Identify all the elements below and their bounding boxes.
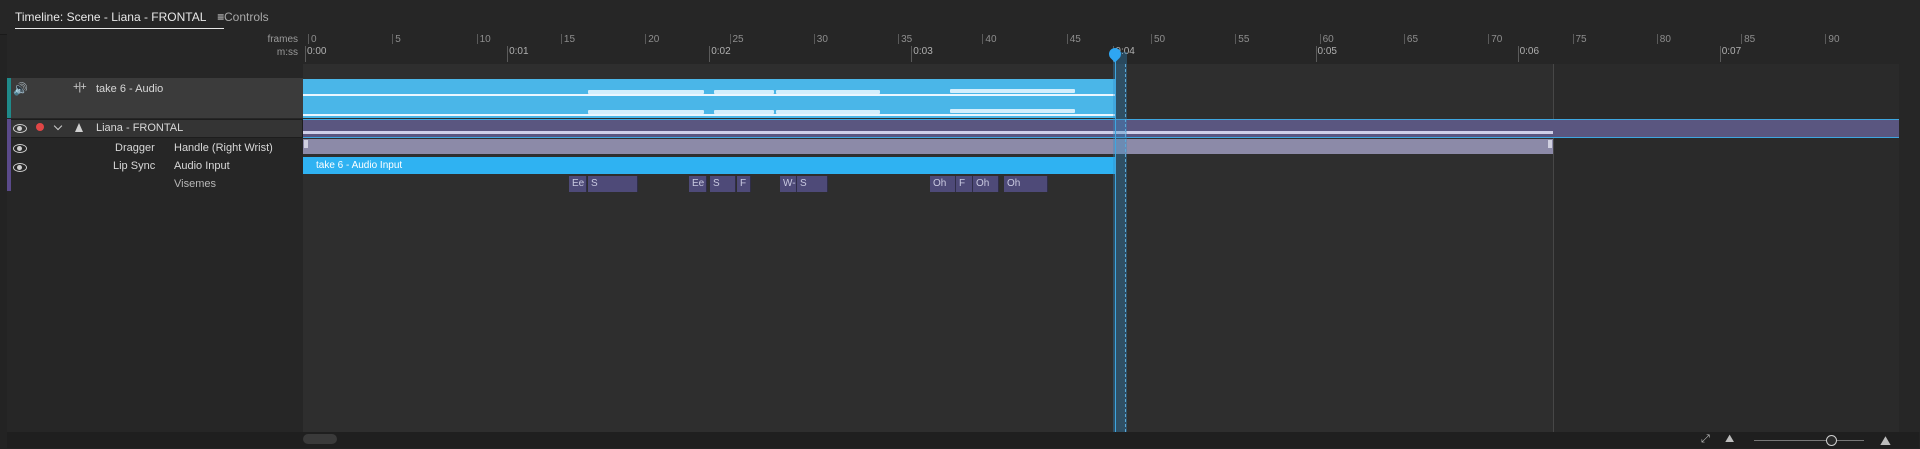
ruler-time-tick-label: 0:01 xyxy=(509,46,529,57)
playhead-out-line xyxy=(1125,64,1126,432)
waveform-burst xyxy=(714,90,774,94)
horizontal-scrollbar-thumb[interactable] xyxy=(303,434,337,444)
puppet-track-accent xyxy=(7,119,11,191)
ruler-frame-tick-label: 70 xyxy=(1491,34,1503,45)
viseme-block[interactable]: Oh xyxy=(1004,176,1048,192)
tab-timeline-label: Timeline: Scene - Liana - FRONTAL xyxy=(15,10,206,24)
ruler-frame-tick-label: 90 xyxy=(1828,34,1840,45)
puppet-track-label: Liana - FRONTAL xyxy=(96,122,184,134)
ruler-frame-tick-label: 75 xyxy=(1575,34,1587,45)
ruler-frame-tick-label: 0 xyxy=(311,34,317,45)
record-icon[interactable] xyxy=(36,123,44,131)
timeline-footer xyxy=(7,432,1919,448)
ruler-frame-tick-label: 15 xyxy=(563,34,576,45)
keyframe-arrows-icon[interactable]: +|+ xyxy=(73,81,87,93)
ruler-frame-tick-label: 60 xyxy=(1322,34,1334,45)
lipsync-take-bar[interactable] xyxy=(303,157,1115,174)
waveform-burst xyxy=(776,110,880,114)
viseme-block[interactable]: Oh xyxy=(973,176,999,192)
ruler-frame-tick-label: 55 xyxy=(1238,34,1250,45)
ruler-frame-tick-label: 45 xyxy=(1069,34,1081,45)
viseme-block[interactable]: Oh xyxy=(930,176,956,192)
zoom-slider-knob[interactable] xyxy=(1826,435,1837,446)
waveform-burst xyxy=(950,89,1075,93)
lipsync-param-label: Audio Input xyxy=(174,160,230,172)
zoom-slider-track[interactable] xyxy=(1754,440,1864,441)
eye-icon[interactable] xyxy=(13,163,27,172)
audio-waveform-2 xyxy=(303,114,1115,116)
playhead-line[interactable] xyxy=(1115,52,1116,432)
ruler-frame-tick-label: 25 xyxy=(732,34,744,45)
ruler-frame-tick-label: 20 xyxy=(648,34,660,45)
zoom-fit-icon[interactable]: ⤢ xyxy=(1701,433,1710,446)
eye-icon[interactable] xyxy=(13,124,27,133)
panel-tab-bar xyxy=(0,0,1920,35)
ruler-time-tick-label: 0:07 xyxy=(1721,46,1742,57)
tab-timeline[interactable]: Timeline: Scene - Liana - FRONTAL ≡ xyxy=(15,8,225,29)
puppet-clip-line xyxy=(303,131,1553,134)
zoom-in-icon[interactable]: ⛰ xyxy=(1880,433,1891,449)
viseme-block[interactable]: S xyxy=(797,176,828,192)
audio-track-accent xyxy=(7,78,11,118)
audio-track-label: take 6 - Audio xyxy=(96,83,164,95)
viseme-block[interactable]: S xyxy=(588,176,638,192)
ruler-frame-tick-label: 35 xyxy=(901,34,913,45)
ruler-frame-tick-label: 30 xyxy=(816,34,828,45)
ruler-time-tick-label: 0:06 xyxy=(1519,46,1540,57)
viseme-block[interactable]: Ee xyxy=(689,176,707,192)
waveform-burst xyxy=(588,90,704,94)
eye-icon[interactable] xyxy=(13,144,27,153)
viseme-block[interactable]: F xyxy=(737,176,751,192)
waveform-burst xyxy=(588,110,704,114)
dragger-behavior-label: Dragger xyxy=(115,142,155,154)
audio-waveform-1 xyxy=(303,94,1115,96)
visemes-label: Visemes xyxy=(174,178,216,190)
viseme-block[interactable]: Ee xyxy=(569,176,587,192)
ruler-frames-label: frames xyxy=(267,34,298,45)
ruler-time-tick-label: 0:05 xyxy=(1317,46,1337,57)
ruler-frame-tick-label: 5 xyxy=(395,34,401,45)
speaker-icon[interactable]: 🔊 xyxy=(13,82,28,96)
ruler-frame-tick-label: 85 xyxy=(1744,34,1756,45)
ruler-frame-tick-label: 65 xyxy=(1406,34,1419,45)
puppet-icon xyxy=(75,123,83,132)
ruler-frame-tick-label: 50 xyxy=(1154,34,1166,45)
viseme-block[interactable]: W- xyxy=(780,176,797,192)
ruler-frame-tick-label: 80 xyxy=(1659,34,1671,45)
vertical-scrollbar[interactable] xyxy=(1899,34,1920,432)
dragger-take-bar[interactable] xyxy=(303,139,1553,154)
puppet-clip-bar[interactable] xyxy=(303,119,1899,138)
viseme-block[interactable]: F xyxy=(956,176,973,192)
ruler-time-label: m:ss xyxy=(276,47,298,58)
ruler-frame-tick-label: 40 xyxy=(985,34,997,45)
tab-controls[interactable]: Controls xyxy=(224,8,269,26)
take-end-handle[interactable] xyxy=(1548,140,1552,148)
lipsync-take-label: take 6 - Audio Input xyxy=(316,160,403,171)
waveform-burst xyxy=(776,90,880,94)
dragger-param-label: Handle (Right Wrist) xyxy=(174,142,273,154)
take-start-handle[interactable] xyxy=(304,140,308,148)
ruler-frame-tick-label: 10 xyxy=(479,34,491,45)
viseme-block[interactable]: S xyxy=(710,176,736,192)
waveform-burst xyxy=(950,109,1075,113)
ruler-time-tick-label: 0:00 xyxy=(307,46,327,57)
ruler-time-tick-label: 0:03 xyxy=(913,46,933,57)
lipsync-behavior-label: Lip Sync xyxy=(113,160,156,172)
ruler-time-tick-label: 0:02 xyxy=(711,46,731,57)
waveform-burst xyxy=(714,110,774,114)
zoom-out-icon[interactable]: ⛰ xyxy=(1725,433,1734,446)
